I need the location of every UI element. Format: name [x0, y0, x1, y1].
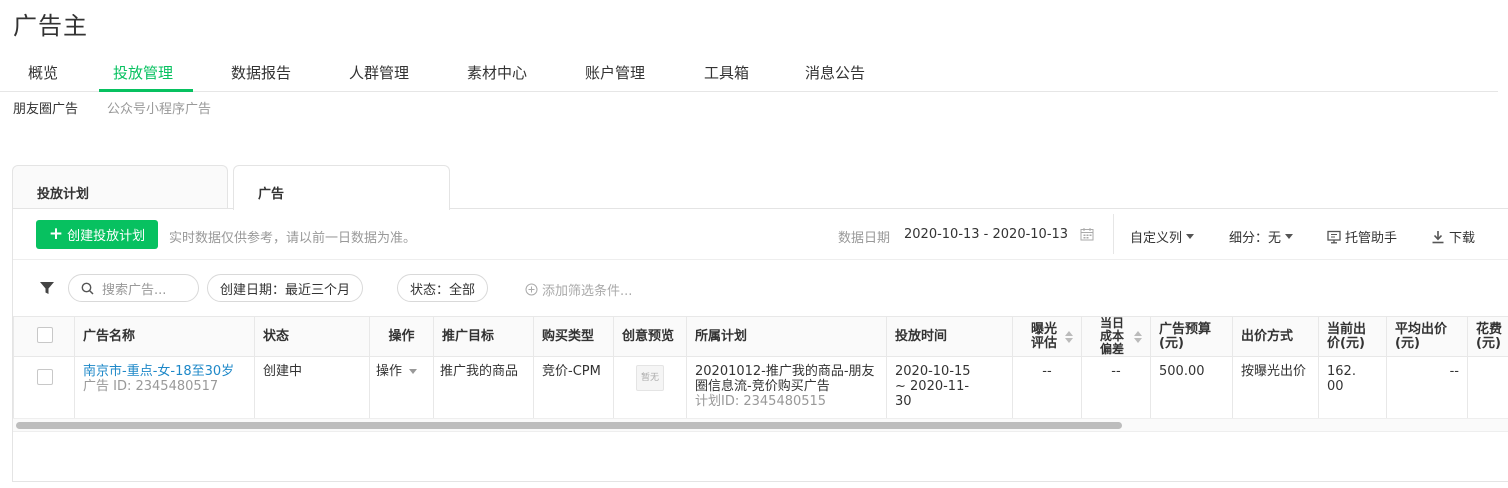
ad-id: 广告 ID: 2345480517 [83, 379, 219, 394]
col-exposure[interactable]: 曝光评估 [1012, 316, 1082, 357]
create-plan-label: 创建投放计划 [67, 229, 146, 244]
chevron-down-icon [1285, 234, 1294, 239]
col-avg-bid: 平均出价(元) [1386, 316, 1468, 357]
search-placeholder: 搜索广告... [102, 282, 167, 298]
realtime-hint: 实时数据仅供参考，请以前一日数据为准。 [169, 231, 417, 246]
nav-account[interactable]: 账户管理 [585, 62, 645, 83]
filter-icon[interactable] [39, 280, 55, 296]
ad-bid-method: 按曝光出价 [1232, 356, 1319, 419]
col-cost-dev[interactable]: 当日成本偏差 [1081, 316, 1151, 357]
select-all-checkbox[interactable] [37, 326, 53, 343]
date-label: 数据日期 [838, 231, 891, 246]
col-plan: 所属计划 [686, 316, 887, 357]
date-range-picker[interactable]: 2020-10-13 - 2020-10-13 [904, 227, 1068, 242]
tab-plans[interactable]: 投放计划 [12, 165, 228, 209]
toolbar-separator [13, 259, 1508, 260]
col-bid-method: 出价方式 [1232, 316, 1319, 357]
breakdown-label: 细分：无 [1229, 231, 1282, 246]
download-icon [1432, 230, 1444, 243]
sort-icon [1065, 330, 1073, 343]
monitor-icon [1327, 230, 1341, 243]
table-header-row: 广告名称 状态 操作 推广目标 购买类型 创意预览 所属计划 投放时间 曝光评估… [13, 316, 1508, 357]
ad-time: 2020-10-15 ~ 2020-11-30 [886, 356, 1013, 419]
calendar-icon[interactable] [1080, 227, 1094, 241]
sort-icon [1134, 330, 1142, 343]
col-buy-type: 购买类型 [533, 316, 614, 357]
add-filter-button[interactable]: 添加筛选条件... [525, 280, 632, 299]
page-title: 广告主 [13, 12, 88, 40]
ad-avg-bid: -- [1386, 356, 1468, 419]
nav-assets[interactable]: 素材中心 [467, 62, 527, 83]
plus-icon: + [48, 224, 64, 244]
ad-goal: 推广我的商品 [433, 356, 534, 419]
created-date-filter[interactable]: 创建日期：最近三个月 [207, 274, 364, 302]
ads-table: 广告名称 状态 操作 推广目标 购买类型 创意预览 所属计划 投放时间 曝光评估… [13, 316, 1508, 419]
col-cur-bid: 当前出价(元) [1318, 316, 1387, 357]
nav-data-report[interactable]: 数据报告 [231, 62, 291, 83]
col-name: 广告名称 [74, 316, 255, 357]
plus-circle-icon [525, 283, 538, 296]
row-action-dropdown[interactable]: 操作 [369, 356, 434, 419]
chevron-down-icon [409, 369, 418, 374]
nav-audience[interactable]: 人群管理 [349, 62, 409, 83]
ad-buy-type: 竞价-CPM [533, 356, 614, 419]
ad-status: 创建中 [254, 356, 370, 419]
col-status: 状态 [254, 316, 370, 357]
chevron-down-icon [1186, 234, 1195, 239]
horizontal-scrollbar[interactable] [13, 418, 1508, 432]
col-action: 操作 [369, 316, 434, 357]
nav-overview[interactable]: 概览 [28, 62, 58, 83]
custom-columns-dropdown[interactable]: 自定义列 [1130, 227, 1195, 246]
download-label: 下载 [1449, 231, 1476, 246]
col-preview: 创意预览 [613, 316, 687, 357]
scrollbar-thumb[interactable] [16, 422, 1122, 429]
col-budget: 广告预算(元) [1150, 316, 1233, 357]
ad-spend [1467, 356, 1508, 419]
ad-budget: 500.00 [1150, 356, 1233, 419]
nav-ad-management[interactable]: 投放管理 [113, 62, 173, 83]
col-cost-dev-label: 当日成本偏差 [1100, 316, 1125, 356]
tab-ads[interactable]: 广告 [233, 165, 450, 210]
col-time: 投放时间 [886, 316, 1013, 357]
assistant-label: 托管助手 [1345, 231, 1398, 246]
subnav-moments-ads[interactable]: 朋友圈广告 [13, 98, 78, 117]
col-goal: 推广目标 [433, 316, 534, 357]
ad-name-link[interactable]: 南京市-重点-女-18至30岁 [83, 364, 246, 379]
search-input[interactable]: 搜索广告... [68, 274, 199, 302]
plan-name: 20201012-推广我的商品-朋友圈信息流-竞价购买广告 [695, 364, 875, 394]
table-row: 南京市-重点-女-18至30岁 广告 ID: 2345480517 创建中 操作… [13, 356, 1508, 419]
nav-active-indicator [99, 89, 193, 92]
nav-toolbox[interactable]: 工具箱 [704, 62, 749, 83]
status-filter[interactable]: 状态：全部 [397, 274, 489, 302]
create-plan-button[interactable]: + 创建投放计划 [36, 220, 158, 249]
ad-cost-dev: -- [1081, 356, 1151, 419]
nav-messages[interactable]: 消息公告 [805, 62, 865, 83]
search-icon [81, 282, 94, 295]
row-checkbox[interactable] [37, 369, 53, 385]
breakdown-dropdown[interactable]: 细分：无 [1229, 227, 1294, 246]
toolbar-divider [1113, 214, 1114, 254]
subnav-official-account-ads[interactable]: 公众号小程序广告 [107, 98, 211, 117]
add-filter-label: 添加筛选条件... [542, 284, 633, 299]
creative-preview-thumb[interactable]: 暂无 [636, 365, 664, 391]
ad-cur-bid: 162.00 [1318, 356, 1387, 419]
plan-id: 计划ID: 2345480515 [695, 394, 827, 409]
assistant-button[interactable]: 托管助手 [1327, 227, 1397, 246]
ad-exposure: -- [1012, 356, 1082, 419]
main-nav: 概览 投放管理 数据报告 人群管理 素材中心 账户管理 工具箱 消息公告 [0, 56, 1498, 92]
col-spend: 花费(元) [1467, 316, 1508, 357]
row-action-label: 操作 [376, 364, 403, 379]
col-exposure-label: 曝光评估 [1031, 321, 1058, 351]
download-button[interactable]: 下载 [1431, 227, 1475, 246]
custom-columns-label: 自定义列 [1130, 231, 1183, 246]
